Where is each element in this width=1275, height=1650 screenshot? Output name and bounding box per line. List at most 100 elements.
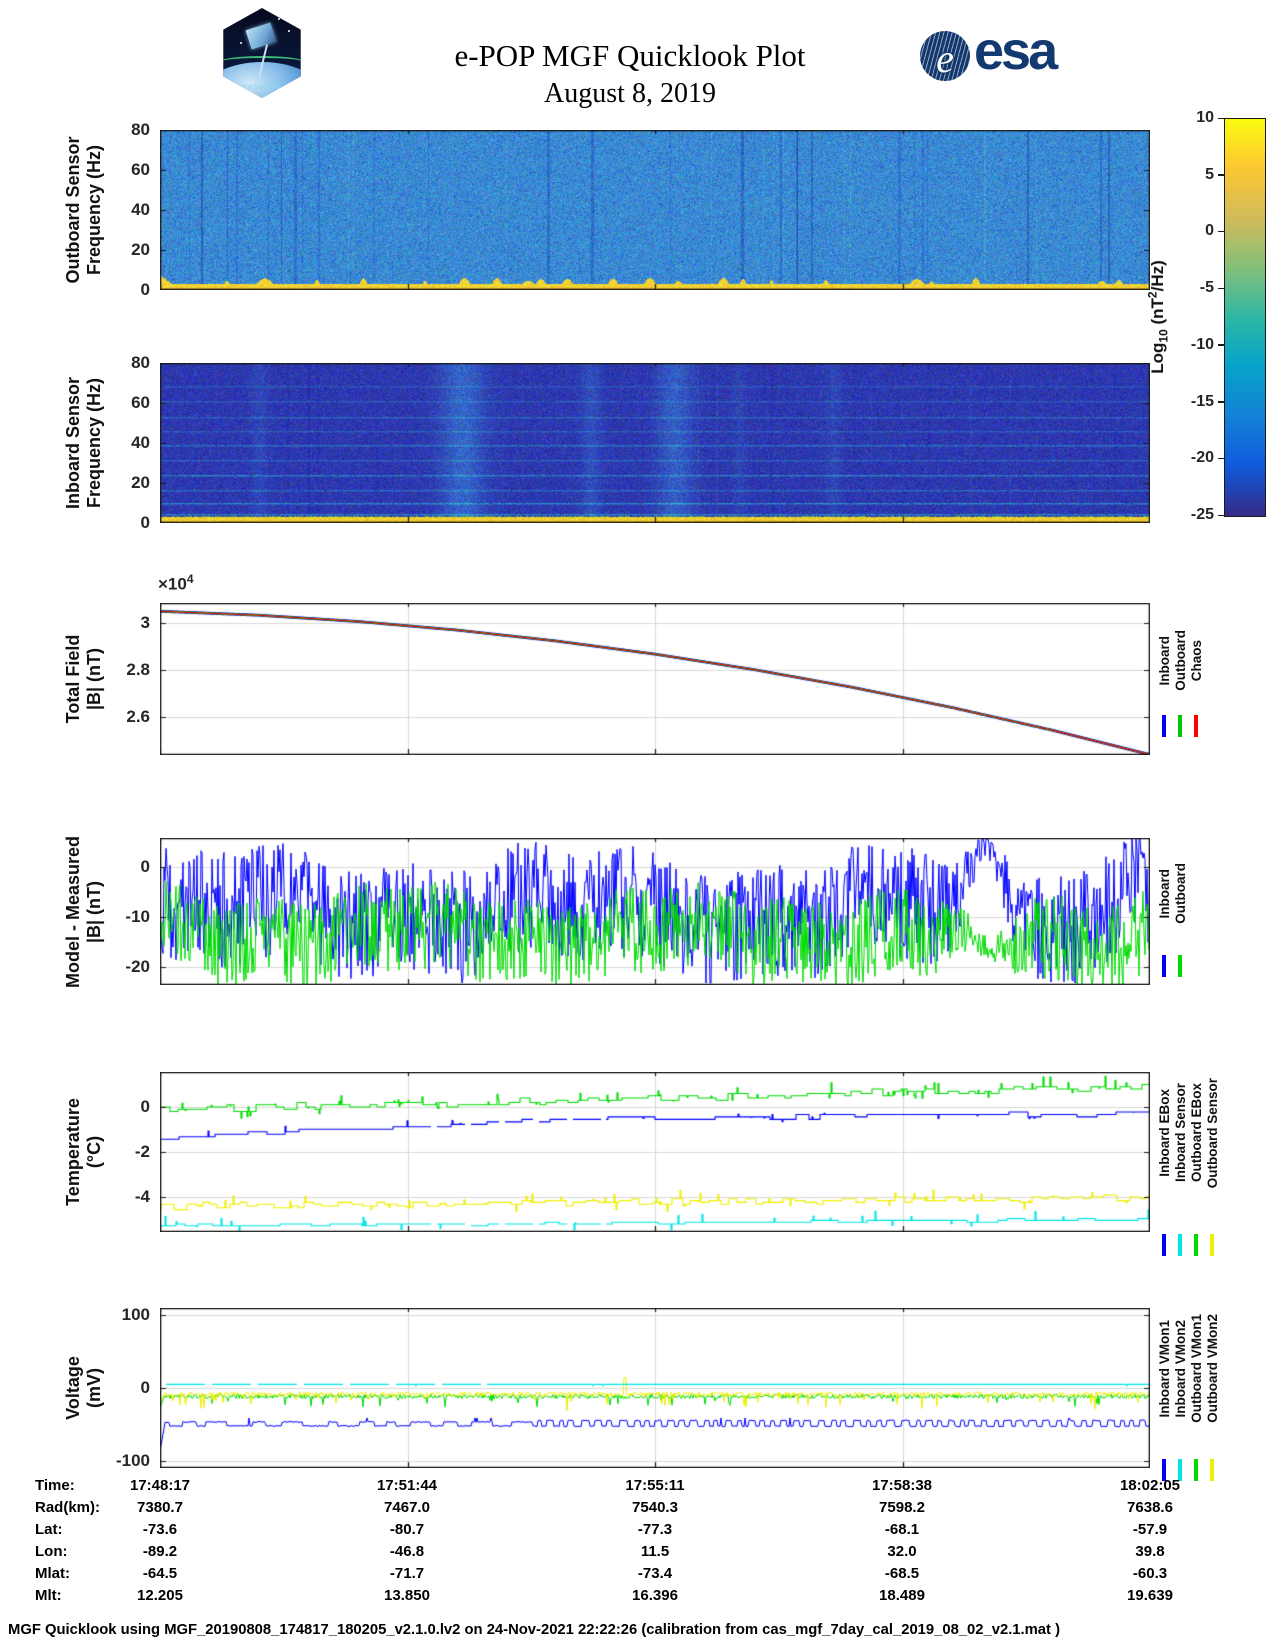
colorbar-tick-mark xyxy=(1218,514,1224,516)
legend-label-inboard: Inboard xyxy=(1156,636,1172,686)
legend-label-inboard-vmon1: Inboard VMon1 xyxy=(1156,1320,1172,1418)
legend-label-outboard-sensor: Outboard Sensor xyxy=(1204,1077,1220,1188)
legend-label-outboard-vmon1: Outboard VMon1 xyxy=(1188,1314,1204,1424)
temperature-plot xyxy=(160,1072,1150,1232)
total-field-ylabel-line: Total Field xyxy=(63,634,83,724)
temperature-legend: Inboard EBox Inboard Sensor Outboard EBox O… xyxy=(1156,1053,1220,1213)
table-cell: 17:58:38 xyxy=(871,1477,933,1494)
table-cell: -57.9 xyxy=(1132,1521,1168,1538)
table-cell: 7380.7 xyxy=(137,1499,183,1516)
model-minus-measured-legend-col: Inboard xyxy=(1156,869,1172,919)
model-minus-measured-plot xyxy=(160,838,1150,985)
legend-label-inboard: Inboard xyxy=(1156,869,1172,919)
legend-label-outboard: Outboard xyxy=(1172,863,1188,925)
outboard-spectrogram-ylabel-line: Outboard Sensor xyxy=(63,136,83,284)
table-cell: 19.639 xyxy=(1127,1587,1173,1604)
esa-wordmark: esa xyxy=(974,21,1058,81)
patch-star xyxy=(288,30,290,32)
legend-label-outboard: Outboard xyxy=(1172,630,1188,692)
table-row-label: Time: xyxy=(35,1477,75,1494)
legend-swatch-chaos xyxy=(1194,715,1198,737)
inboard-spectrogram-ytick-label: 80 xyxy=(131,353,150,372)
inboard-spectrogram-plot xyxy=(160,363,1150,523)
table-cell: 32.0 xyxy=(887,1543,917,1560)
table-cell: -77.3 xyxy=(637,1521,673,1538)
temperature-ylabel-line: (°C) xyxy=(84,1135,104,1169)
colorbar-tick-label: 5 xyxy=(1205,165,1214,183)
table-cell: 17:51:44 xyxy=(376,1477,438,1494)
colorbar-tick-mark xyxy=(1218,287,1224,290)
voltage-plot xyxy=(160,1308,1150,1468)
table-cell: -60.3 xyxy=(1132,1565,1168,1582)
total-field-scale-label: ×104 xyxy=(158,572,194,594)
table-cell: 11.5 xyxy=(640,1543,670,1560)
model-minus-measured-ylabel-line: |B| (nT) xyxy=(84,880,104,943)
inboard-spectrogram-ytick-label: 0 xyxy=(140,513,150,532)
table-row-label: Lat: xyxy=(35,1521,63,1538)
legend-label-chaos: Chaos xyxy=(1188,640,1204,682)
voltage-ylabel-line: (mV) xyxy=(84,1368,104,1408)
table-cell: 7540.3 xyxy=(632,1499,678,1516)
table-row-label: Mlt: xyxy=(35,1587,62,1604)
model-minus-measured-legend-col: Outboard xyxy=(1172,863,1188,924)
colorbar xyxy=(1224,118,1266,517)
table-cell: 16.396 xyxy=(632,1587,678,1604)
table-cell: -64.5 xyxy=(142,1565,178,1582)
table-cell: -89.2 xyxy=(142,1543,178,1560)
colorbar-tick-label: 0 xyxy=(1205,222,1214,240)
temperature-ylabel: Temperature (°C) xyxy=(63,1098,105,1206)
total-field-legend-col: Inboard xyxy=(1156,636,1172,686)
table-cell: 7598.2 xyxy=(879,1499,925,1516)
legend-swatch-outboard-sensor xyxy=(1210,1234,1214,1256)
legend-label-inboard-sensor: Inboard Sensor xyxy=(1172,1083,1188,1183)
legend-swatch-outboard-ebox xyxy=(1194,1234,1198,1256)
outboard-spectrogram-ylabel-line: Frequency (Hz) xyxy=(84,144,104,276)
voltage-ytick-label: -100 xyxy=(115,1451,150,1470)
colorbar-tick-mark xyxy=(1218,117,1224,119)
table-row-label: Lon: xyxy=(35,1543,68,1560)
table-cell: -46.8 xyxy=(389,1543,425,1560)
voltage-legend-col: Inboard VMon2 xyxy=(1172,1320,1188,1418)
legend-swatch-outboard xyxy=(1178,715,1182,737)
colorbar-tick-label: -25 xyxy=(1190,506,1214,523)
temperature-legend-col: Inboard Sensor xyxy=(1172,1083,1188,1182)
legend-swatch-outboard xyxy=(1178,955,1182,977)
table-cell: 13.850 xyxy=(384,1587,430,1604)
total-field-ylabel: Total Field |B| (nT) xyxy=(63,635,105,724)
legend-label-outboard-ebox: Outboard EBox xyxy=(1188,1083,1204,1183)
model-minus-measured-legend: Inboard Outboard xyxy=(1156,814,1188,974)
esa-emblem-icon: e xyxy=(920,31,970,81)
outboard-spectrogram-plot xyxy=(160,130,1150,290)
temperature-legend-col: Outboard EBox xyxy=(1188,1083,1204,1182)
voltage-legend-col: Outboard VMon2 xyxy=(1204,1314,1220,1423)
table-cell: -68.1 xyxy=(884,1521,920,1538)
colorbar-tick-mark xyxy=(1218,401,1224,403)
colorbar-tick-mark xyxy=(1218,344,1224,346)
total-field-legend-col: Chaos xyxy=(1188,640,1204,681)
table-cell: 12.205 xyxy=(137,1587,183,1604)
voltage-legend-col: Outboard VMon1 xyxy=(1188,1314,1204,1423)
total-field-legend-swatches xyxy=(1156,715,1204,737)
voltage-ylabel-line: Voltage xyxy=(63,1356,83,1420)
table-cell: -73.6 xyxy=(142,1521,178,1538)
footer-text: MGF Quicklook using MGF_20190808_174817_… xyxy=(8,1622,1060,1638)
legend-swatch-inboard xyxy=(1162,715,1166,737)
voltage-ytick-label: 100 xyxy=(121,1305,150,1324)
model-minus-measured-ylabel-line: Model - Measured xyxy=(63,835,83,988)
table-cell: -68.5 xyxy=(884,1565,920,1582)
table-cell: 18.489 xyxy=(879,1587,925,1604)
table-cell: -71.7 xyxy=(389,1565,425,1582)
table-cell: -73.4 xyxy=(637,1565,673,1582)
table-cell: -80.7 xyxy=(389,1521,425,1538)
model-minus-measured-legend-swatches xyxy=(1156,955,1188,977)
total-field-legend-col: Outboard xyxy=(1172,630,1188,691)
table-cell: 39.8 xyxy=(1135,1543,1165,1560)
table-row-label: Mlat: xyxy=(35,1565,70,1582)
legend-swatch-inboard xyxy=(1162,955,1166,977)
total-field-plot xyxy=(160,603,1150,755)
inboard-spectrogram-ylabel-line: Inboard Sensor xyxy=(63,376,83,510)
inboard-spectrogram-ylabel-line: Frequency (Hz) xyxy=(84,377,104,509)
colorbar-tick-mark xyxy=(1218,174,1224,176)
colorbar-tick-label: -15 xyxy=(1190,392,1214,410)
colorbar-label: Log10 (nT2/Hz) xyxy=(1145,259,1171,374)
